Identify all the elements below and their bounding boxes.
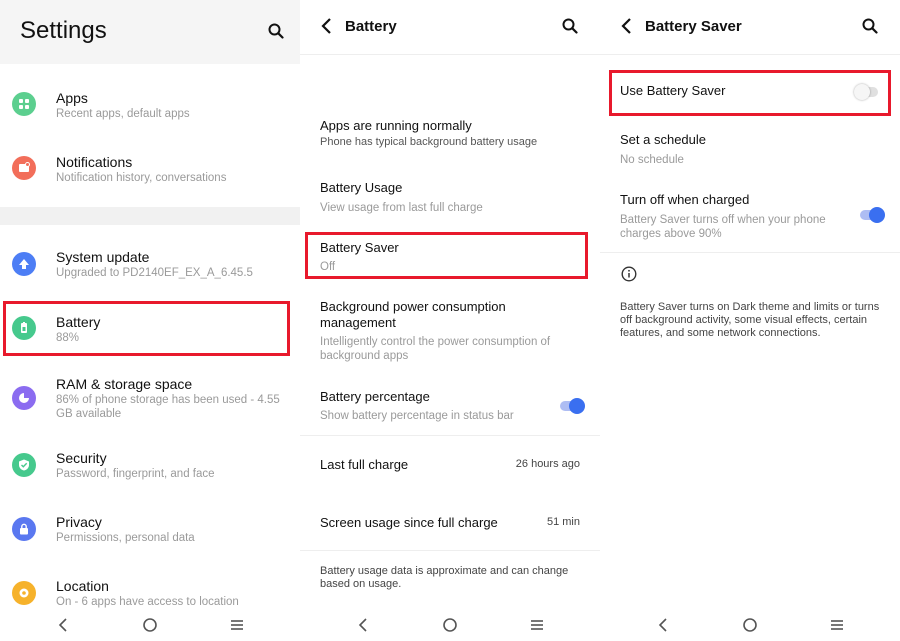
nav-back-icon[interactable] bbox=[357, 617, 369, 633]
divider bbox=[300, 54, 600, 55]
location-icon bbox=[12, 581, 36, 605]
settings-item-system-update[interactable]: System update Upgraded to PD2140EF_EX_A_… bbox=[0, 242, 300, 292]
settings-item-label: Privacy bbox=[56, 514, 102, 530]
battery-saver-panel: Battery Saver Use Battery Saver Set a sc… bbox=[600, 0, 900, 641]
page-title: Battery bbox=[345, 18, 397, 35]
settings-item-subtitle: Notification history, conversations bbox=[56, 172, 227, 184]
screen-usage-row: Screen usage since full charge 51 min bbox=[300, 506, 600, 542]
lock-icon bbox=[12, 517, 36, 541]
item-title: Battery Usage bbox=[320, 180, 403, 195]
divider bbox=[300, 435, 600, 436]
divider bbox=[600, 252, 900, 253]
nav-menu-icon[interactable] bbox=[229, 617, 245, 633]
item-subtitle: Intelligently control the power consumpt… bbox=[320, 336, 551, 362]
battery-saver-info: Battery Saver turns on Dark theme and li… bbox=[620, 301, 880, 339]
toggle-knob bbox=[869, 207, 885, 223]
settings-item-label: Notifications bbox=[56, 154, 133, 170]
apps-icon bbox=[12, 92, 36, 116]
battery-usage-item[interactable]: Battery Usage View usage from last full … bbox=[300, 172, 600, 220]
info-icon bbox=[621, 266, 637, 282]
navigation-bar bbox=[0, 611, 300, 641]
battery-panel: Battery Apps are running normally Phone … bbox=[300, 0, 600, 641]
item-subtitle: Show battery percentage in status bar bbox=[320, 410, 514, 422]
turn-off-when-charged-row[interactable]: Turn off when charged Battery Saver turn… bbox=[600, 186, 900, 246]
item-title: Turn off when charged bbox=[620, 192, 750, 207]
navigation-bar bbox=[600, 611, 900, 641]
settings-item-location[interactable]: Location On - 6 apps have access to loca… bbox=[0, 571, 300, 611]
battery-footnote: Battery usage data is approximate and ca… bbox=[320, 565, 569, 590]
item-title: Set a schedule bbox=[620, 132, 707, 147]
highlight-box bbox=[3, 301, 290, 356]
nav-back-icon[interactable] bbox=[657, 617, 669, 633]
last-full-charge-row: Last full charge 26 hours ago bbox=[300, 448, 600, 484]
settings-item-subtitle: Permissions, personal data bbox=[56, 532, 195, 544]
settings-item-subtitle: On - 6 apps have access to location bbox=[56, 596, 239, 608]
settings-item-security[interactable]: Security Password, fingerprint, and face bbox=[0, 443, 300, 493]
settings-item-label: RAM & storage space bbox=[56, 376, 193, 392]
turn-off-when-charged-toggle[interactable] bbox=[860, 207, 885, 223]
battery-percentage-toggle[interactable] bbox=[560, 398, 585, 414]
item-title: Last full charge bbox=[320, 457, 409, 472]
item-title: Background power consumption management bbox=[320, 299, 506, 330]
toggle-knob bbox=[569, 398, 585, 414]
item-subtitle: Battery Saver turns off when your phone … bbox=[620, 214, 826, 240]
back-arrow-icon[interactable] bbox=[320, 17, 334, 35]
highlight-box bbox=[609, 70, 891, 116]
settings-item-privacy[interactable]: Privacy Permissions, personal data bbox=[0, 507, 300, 557]
divider bbox=[600, 54, 900, 55]
settings-item-label: Location bbox=[56, 578, 109, 594]
page-title: Battery Saver bbox=[645, 18, 742, 35]
highlight-box bbox=[305, 232, 588, 279]
notifications-icon bbox=[12, 156, 36, 180]
item-subtitle: No schedule bbox=[620, 154, 684, 166]
divider bbox=[300, 550, 600, 551]
search-icon[interactable] bbox=[862, 18, 880, 36]
nav-home-icon[interactable] bbox=[742, 617, 758, 633]
settings-item-ram-storage[interactable]: RAM & storage space 86% of phone storage… bbox=[0, 370, 300, 426]
navigation-bar bbox=[300, 611, 600, 641]
set-schedule-row[interactable]: Set a schedule No schedule bbox=[600, 124, 900, 174]
settings-item-subtitle: Password, fingerprint, and face bbox=[56, 468, 215, 480]
back-arrow-icon[interactable] bbox=[620, 17, 634, 35]
battery-percentage-item[interactable]: Battery percentage Show battery percenta… bbox=[300, 382, 600, 427]
background-power-item[interactable]: Background power consumption management … bbox=[300, 292, 600, 367]
battery-status-subtitle: Phone has typical background battery usa… bbox=[320, 136, 538, 148]
settings-header: Settings bbox=[0, 0, 300, 64]
item-title: Battery percentage bbox=[320, 389, 430, 404]
ram-storage-icon bbox=[12, 386, 36, 410]
system-update-icon bbox=[12, 252, 36, 276]
section-divider bbox=[0, 207, 300, 225]
settings-item-label: System update bbox=[56, 249, 150, 265]
item-value: 51 min bbox=[546, 516, 580, 528]
item-subtitle: View usage from last full charge bbox=[320, 202, 483, 214]
search-icon[interactable] bbox=[562, 18, 580, 36]
nav-menu-icon[interactable] bbox=[829, 617, 845, 633]
nav-home-icon[interactable] bbox=[142, 617, 158, 633]
settings-item-subtitle: Upgraded to PD2140EF_EX_A_6.45.5 bbox=[56, 267, 253, 279]
search-icon[interactable] bbox=[268, 23, 286, 41]
battery-status-title: Apps are running normally bbox=[320, 118, 472, 133]
nav-home-icon[interactable] bbox=[442, 617, 458, 633]
settings-item-subtitle: Recent apps, default apps bbox=[56, 108, 190, 120]
settings-item-subtitle: 86% of phone storage has been used - 4.5… bbox=[56, 394, 280, 420]
settings-item-label: Security bbox=[56, 450, 107, 466]
nav-back-icon[interactable] bbox=[57, 617, 69, 633]
settings-item-apps[interactable]: Apps Recent apps, default apps bbox=[0, 82, 300, 132]
item-title: Screen usage since full charge bbox=[320, 515, 498, 530]
shield-icon bbox=[12, 453, 36, 477]
battery-header: Battery bbox=[300, 0, 600, 54]
item-value: 26 hours ago bbox=[515, 458, 580, 470]
settings-item-label: Apps bbox=[56, 90, 88, 106]
page-title: Settings bbox=[20, 17, 107, 44]
settings-item-notifications[interactable]: Notifications Notification history, conv… bbox=[0, 146, 300, 196]
settings-panel: Settings Apps Recent apps, default apps … bbox=[0, 0, 300, 641]
battery-saver-header: Battery Saver bbox=[600, 0, 900, 54]
nav-menu-icon[interactable] bbox=[529, 617, 545, 633]
